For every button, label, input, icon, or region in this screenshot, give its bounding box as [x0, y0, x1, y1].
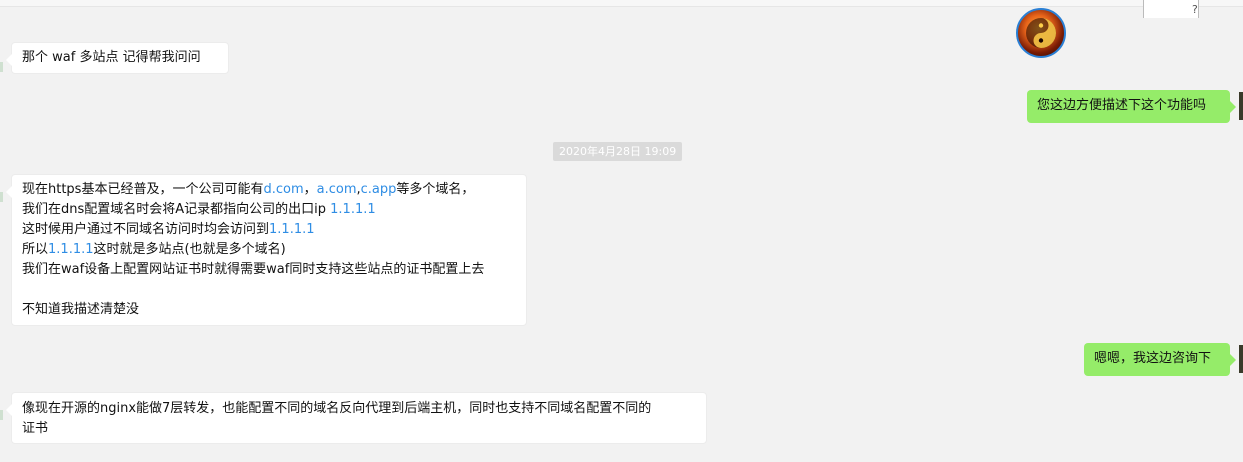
message-line: 不知道我描述清楚没: [22, 302, 140, 317]
self-avatar[interactable]: [1239, 345, 1243, 373]
chat-top-divider: [0, 0, 1243, 7]
chat-panel: ? 那个 waf 多站点 记得帮我问问 您这边方便描述下这个功能吗 2020年4…: [0, 0, 1243, 462]
left-edge-mark: [0, 410, 3, 420]
yin-yang-icon: [1026, 18, 1056, 48]
message-text: 嗯嗯，我这边咨询下: [1094, 351, 1212, 366]
message-text: 我们在dns配置域名时会将A记录都指向公司的出口ip: [22, 202, 331, 217]
message-line: 证书: [22, 421, 49, 436]
ip-link[interactable]: 1.1.1.1: [48, 242, 93, 257]
left-edge-mark: [0, 192, 3, 202]
message-line: 所以1.1.1.1这时就是多站点(也就是多个域名): [22, 240, 516, 260]
peer-avatar[interactable]: [1016, 8, 1066, 58]
message-text: 您这边方便描述下这个功能吗: [1037, 98, 1207, 113]
message-line: 像现在开源的nginx能做7层转发，也能配置不同的域名反向代理到后端主机，同时也…: [22, 401, 652, 416]
message-bubble-sent[interactable]: 您这边方便描述下这个功能吗: [1027, 90, 1236, 123]
message-line: 我们在dns配置域名时会将A记录都指向公司的出口ip 1.1.1.1: [22, 200, 516, 220]
message-line: 我们在waf设备上配置网站证书时就得需要waf同时支持这些站点的证书配置上去: [22, 262, 485, 277]
message-text: 等多个域名，: [396, 182, 475, 197]
message-text: 那个 waf 多站点 记得帮我问问: [22, 50, 201, 65]
ip-link[interactable]: 1.1.1.1: [330, 202, 375, 217]
domain-link[interactable]: a.com: [317, 182, 357, 197]
message-text: ，: [303, 182, 317, 197]
domain-link[interactable]: d.com: [263, 182, 303, 197]
cropped-element: [1143, 0, 1199, 18]
left-edge-mark: [0, 62, 3, 72]
cropped-glyph: ?: [1192, 3, 1198, 16]
message-text: 这时候用户通过不同域名访问时均会访问到: [22, 222, 270, 237]
message-text: 所以: [22, 242, 49, 257]
self-avatar[interactable]: [1239, 92, 1243, 120]
timestamp: 2020年4月28日 19:09: [553, 142, 683, 161]
message-text: 这时就是多站点(也就是多个域名): [93, 242, 286, 257]
ip-link[interactable]: 1.1.1.1: [269, 222, 314, 237]
message-text: 现在https基本已经普及，一个公司可能有: [22, 182, 264, 197]
message-bubble-sent[interactable]: 嗯嗯，我这边咨询下: [1084, 343, 1236, 376]
message-line: 这时候用户通过不同域名访问时均会访问到1.1.1.1: [22, 220, 516, 240]
message-line: 现在https基本已经普及，一个公司可能有d.com，a.com,c.app等多…: [22, 180, 516, 200]
message-bubble-received[interactable]: 像现在开源的nginx能做7层转发，也能配置不同的域名反向代理到后端主机，同时也…: [6, 392, 707, 444]
message-bubble-received[interactable]: 现在https基本已经普及，一个公司可能有d.com，a.com,c.app等多…: [6, 174, 527, 326]
message-bubble-received[interactable]: 那个 waf 多站点 记得帮我问问: [6, 42, 229, 74]
domain-link[interactable]: c.app: [361, 182, 397, 197]
